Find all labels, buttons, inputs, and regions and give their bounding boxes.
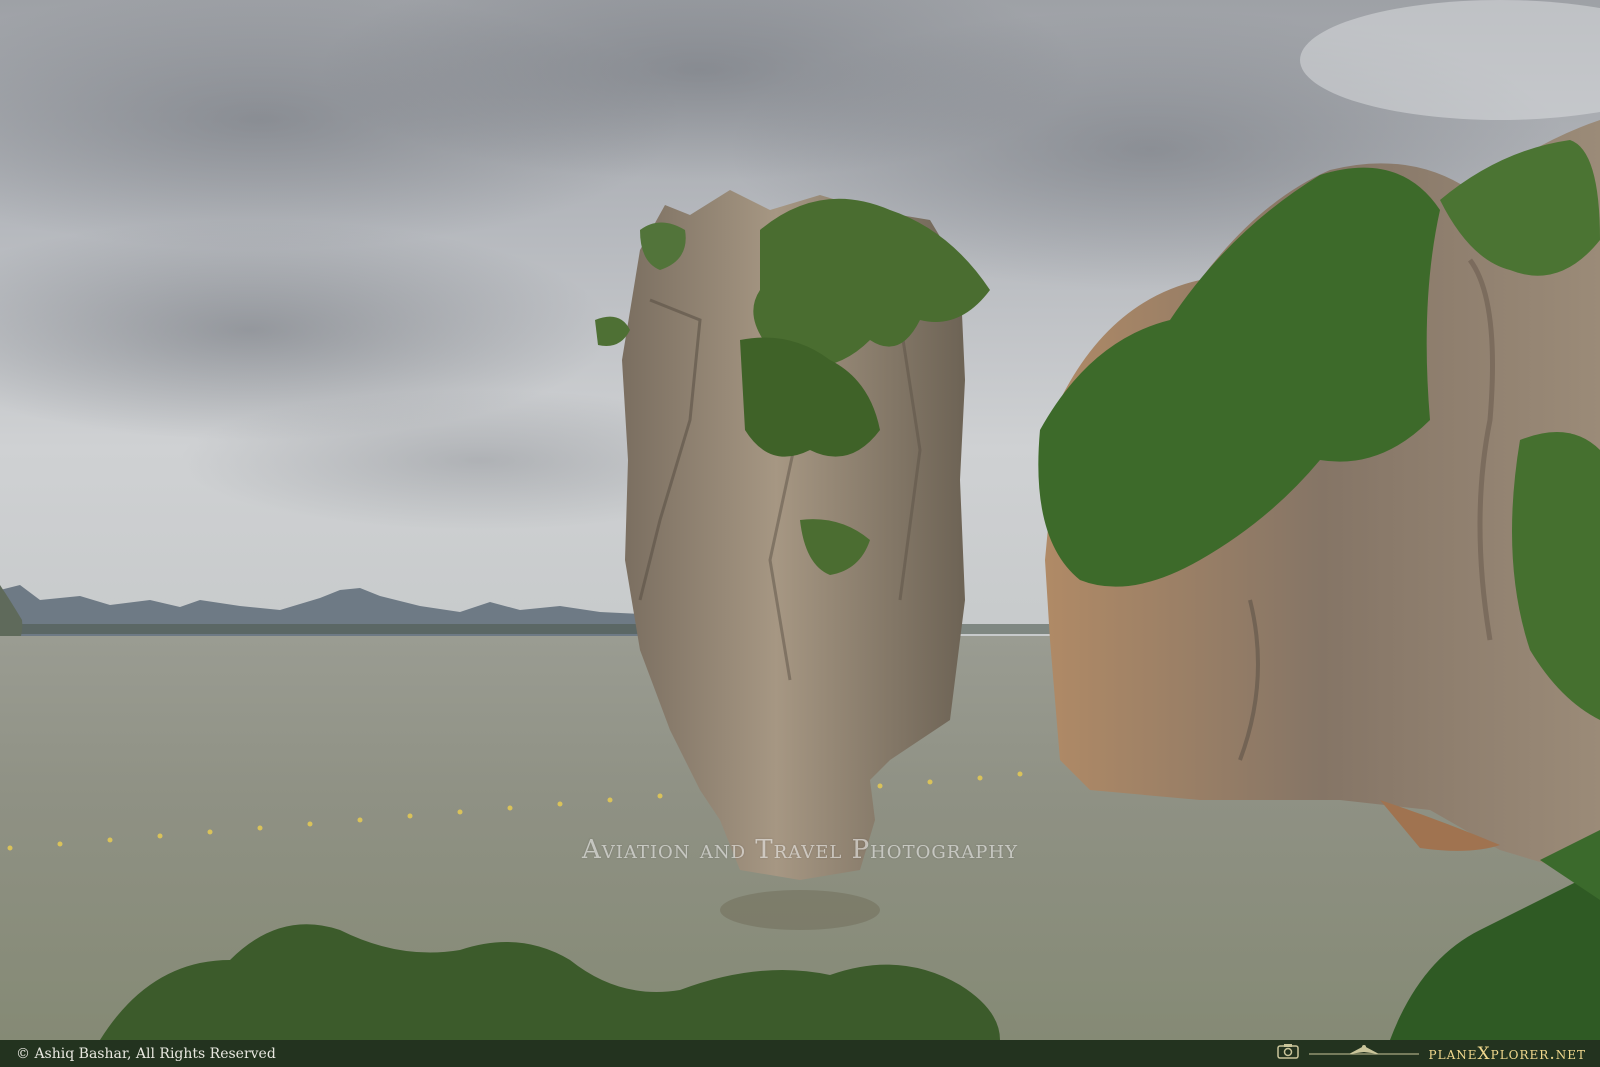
watermark: Aviation and Travel Photography [582, 835, 1018, 865]
photo: Aviation and Travel Photography © Ashiq … [0, 0, 1600, 1067]
landscape-scene [0, 0, 1600, 1040]
airplane-icon [1308, 1042, 1419, 1065]
brand-logo: planeXplorer.net [1276, 1042, 1586, 1065]
brand-name[interactable]: planeXplorer.net [1429, 1044, 1586, 1064]
copyright-text: © Ashiq Bashar, All Rights Reserved [16, 1045, 276, 1062]
camera-icon [1276, 1043, 1299, 1064]
footer-bar: © Ashiq Bashar, All Rights Reserved plan… [0, 1040, 1600, 1067]
